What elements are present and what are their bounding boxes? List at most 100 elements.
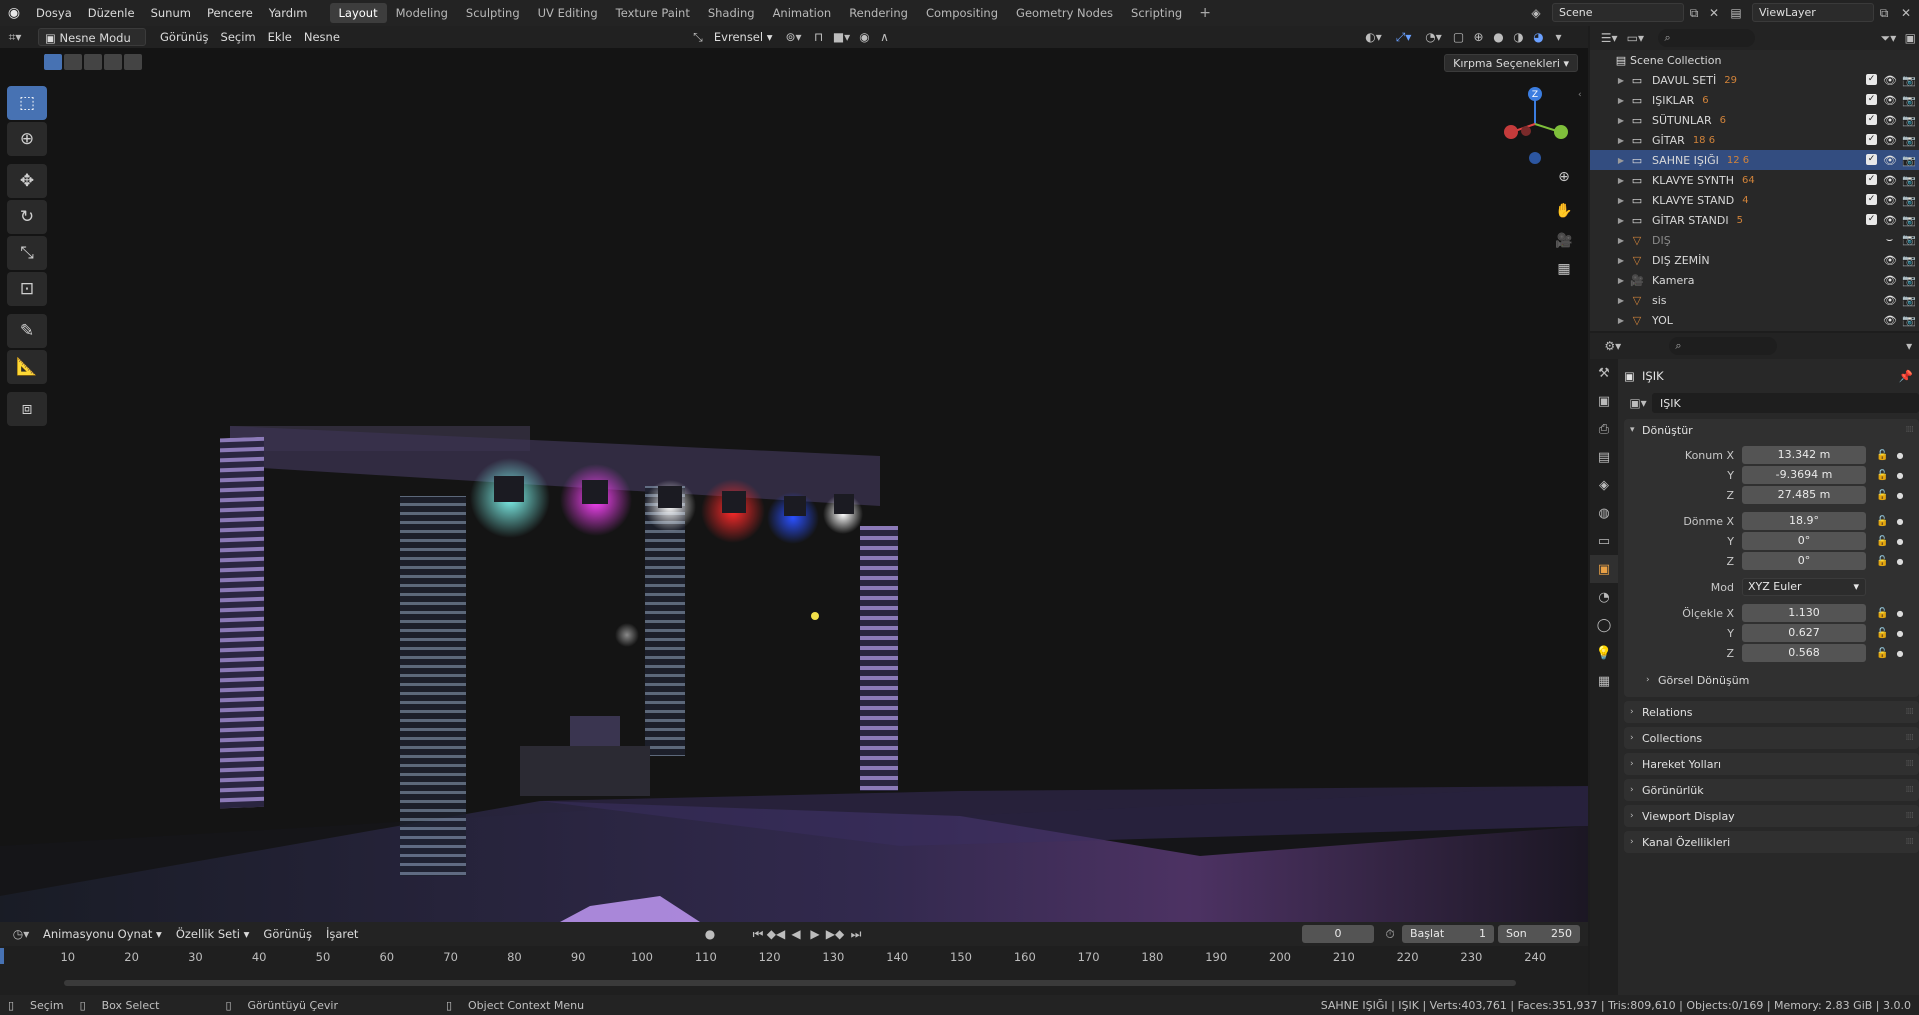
render-camera-icon[interactable]: 📷 [1902, 233, 1916, 247]
keyframe-dot-icon[interactable]: ● [1896, 629, 1903, 638]
keyframe-dot-icon[interactable]: ● [1896, 471, 1903, 480]
move-tool-icon[interactable]: ✥ [7, 164, 47, 198]
exclude-checkbox[interactable]: ✓ [1866, 133, 1877, 145]
jump-start-icon[interactable]: ⏮ [748, 925, 768, 943]
rotation-y-field[interactable]: 0° [1742, 532, 1866, 550]
view-layer-tab-icon[interactable]: ▤ [1590, 443, 1618, 471]
gizmo-toggle-icon[interactable]: ⤢▾ [1389, 28, 1419, 46]
menu-window[interactable]: Pencere [199, 6, 261, 20]
exclude-checkbox[interactable]: ✓ [1866, 113, 1877, 125]
playhead[interactable] [0, 948, 4, 964]
texture-tab-icon[interactable]: ▦ [1590, 667, 1618, 695]
render-camera-icon[interactable]: 📷 [1902, 174, 1916, 187]
tab-geometry-nodes[interactable]: Geometry Nodes [1007, 3, 1122, 23]
render-camera-icon[interactable]: 📷 [1902, 314, 1916, 327]
collapsed-panel[interactable]: › Hareket Yolları ⁞⁞⁞⁞ [1624, 753, 1919, 775]
collapsed-panel[interactable]: › Kanal Özellikleri ⁞⁞⁞⁞ [1624, 831, 1919, 853]
object-browse-icon[interactable]: ▣▾ [1624, 394, 1652, 412]
auto-keying-icon[interactable]: ● [700, 925, 720, 943]
panel-header[interactable]: › Relations ⁞⁞⁞⁞ [1624, 701, 1919, 723]
measure-tool-icon[interactable]: 📐 [7, 350, 47, 384]
exclude-checkbox[interactable]: ✓ [1866, 73, 1877, 85]
pin-icon[interactable]: 📌 [1899, 369, 1913, 383]
outliner-row[interactable]: ▶ ▭ GİTAR 18 6 ✓ 👁 📷 [1590, 130, 1919, 150]
clipping-options-dropdown[interactable]: Kırpma Seçenekleri ▾ [1444, 54, 1578, 72]
lock-icon[interactable]: 🔓 [1876, 648, 1888, 659]
keyframe-dot-icon[interactable]: ● [1896, 451, 1903, 460]
lock-icon[interactable]: 🔓 [1876, 556, 1888, 567]
end-frame-field[interactable]: Son 250 [1498, 925, 1580, 943]
menu-render[interactable]: Sunum [143, 6, 199, 20]
keying-menu[interactable]: Özellik Seti ▾ [169, 927, 257, 941]
outliner-search-input[interactable]: ⌕ [1658, 29, 1756, 47]
exclude-checkbox[interactable]: ✓ [1866, 153, 1877, 165]
overlay-toggle-icon[interactable]: ◔▾ [1419, 28, 1449, 46]
expand-arrow-icon[interactable]: ▶ [1614, 196, 1628, 205]
tab-scripting[interactable]: Scripting [1122, 3, 1191, 23]
new-view-layer-icon[interactable]: ⧉ [1874, 4, 1894, 22]
filter-icon[interactable]: ⏷▾ [1875, 29, 1901, 47]
delta-transform-subpanel[interactable]: › Görsel Dönüşüm [1624, 669, 1919, 691]
expand-arrow-icon[interactable]: ▶ [1614, 96, 1628, 105]
grip-icon[interactable]: ⁞⁞⁞⁞ [1906, 759, 1915, 769]
scale-z-field[interactable]: 0.568 [1742, 644, 1866, 662]
pivot-point-icon[interactable]: ⊚▾ [779, 28, 809, 46]
scene-tab-icon[interactable]: ◈ [1590, 471, 1618, 499]
grip-icon[interactable]: ⁞⁞⁞⁞ [1906, 733, 1915, 743]
expand-arrow-icon[interactable]: ▶ [1614, 216, 1628, 225]
eye-icon[interactable]: 👁 [1883, 74, 1897, 87]
keyframe-dot-icon[interactable]: ● [1896, 491, 1903, 500]
eye-icon[interactable]: 👁 [1883, 134, 1897, 147]
transform-panel-header[interactable]: ▾ Dönüştür ⁞⁞⁞⁞ [1624, 419, 1919, 441]
current-frame-field[interactable]: 0 [1302, 925, 1374, 943]
cursor-tool-icon[interactable]: ⊕ [7, 122, 47, 156]
lock-icon[interactable]: 🔓 [1876, 608, 1888, 619]
eye-icon[interactable]: 👁 [1883, 254, 1897, 267]
keyframe-dot-icon[interactable]: ● [1896, 557, 1903, 566]
rotation-x-field[interactable]: 18.9° [1742, 512, 1866, 530]
panel-header[interactable]: › Kanal Özellikleri ⁞⁞⁞⁞ [1624, 831, 1919, 853]
select-box-tool-icon[interactable]: ⬚ [7, 86, 47, 120]
display-mode-icon[interactable]: ▭▾ [1622, 29, 1648, 47]
lock-icon[interactable]: 🔓 [1876, 628, 1888, 639]
editor-type-icon[interactable]: ⌗▾ [0, 28, 30, 46]
material-shading-icon[interactable]: ◑ [1509, 28, 1529, 46]
tab-rendering[interactable]: Rendering [840, 3, 917, 23]
location-z-field[interactable]: 27.485 m [1742, 486, 1866, 504]
outliner-row[interactable]: ▶ 🎥 Kamera 👁 📷 [1590, 270, 1919, 290]
select-extend-icon[interactable] [64, 54, 82, 70]
render-camera-icon[interactable]: 📷 [1902, 194, 1916, 207]
transform-orientation-icon[interactable]: ⤡ [688, 28, 708, 46]
mode-dropdown[interactable]: ▣ Nesne Modu ▾ [38, 28, 146, 63]
transform-tool-icon[interactable]: ⊡ [7, 272, 47, 306]
snap-icon[interactable]: ⊓ [809, 28, 829, 46]
render-camera-icon[interactable]: 📷 [1902, 134, 1916, 147]
location-y-field[interactable]: -9.3694 m [1742, 466, 1866, 484]
orientation-dropdown[interactable]: Evrensel ▾ [708, 28, 779, 46]
output-tab-icon[interactable]: ⎙ [1590, 415, 1618, 443]
tab-compositing[interactable]: Compositing [917, 3, 1007, 23]
collection-tab-icon[interactable]: ▭ [1590, 527, 1618, 555]
outliner-row[interactable]: ▶ ▽ YOL 👁 📷 [1590, 310, 1919, 330]
properties-search-input[interactable]: ⌕ [1669, 337, 1778, 355]
timeline-view-menu[interactable]: Görünüş [256, 927, 319, 941]
keyframe-dot-icon[interactable]: ● [1896, 649, 1903, 658]
tool-tab-icon[interactable]: ⚒ [1590, 359, 1618, 387]
expand-arrow-icon[interactable]: ▶ [1614, 256, 1628, 265]
solid-shading-icon[interactable]: ● [1489, 28, 1509, 46]
tab-uv-editing[interactable]: UV Editing [529, 3, 607, 23]
visibility-icon[interactable]: ◐▾ [1359, 28, 1389, 46]
expand-arrow-icon[interactable]: ▶ [1614, 76, 1628, 85]
rotate-tool-icon[interactable]: ↻ [7, 200, 47, 234]
eye-icon[interactable]: 👁 [1883, 94, 1897, 107]
outliner-row[interactable]: ▶ ▽ DIŞ ZEMİN 👁 📷 [1590, 250, 1919, 270]
rendered-shading-icon[interactable]: ◕ [1529, 28, 1549, 46]
physics-tab-icon[interactable]: ◯ [1590, 611, 1618, 639]
outliner-row[interactable]: ▶ ▽ DIŞ ⌣ 📷 [1590, 230, 1919, 250]
menu-add[interactable]: Ekle [262, 28, 298, 46]
play-reverse-icon[interactable]: ◀ [786, 925, 806, 943]
outliner-row[interactable]: ▶ ▭ GİTAR STANDI 5 ✓ 👁 📷 [1590, 210, 1919, 230]
render-camera-icon[interactable]: 📷 [1902, 94, 1916, 107]
outliner-row[interactable]: ▶ ▭ DAVUL SETİ 29 ✓ 👁 📷 [1590, 70, 1919, 90]
jump-end-icon[interactable]: ⏭ [846, 925, 866, 943]
